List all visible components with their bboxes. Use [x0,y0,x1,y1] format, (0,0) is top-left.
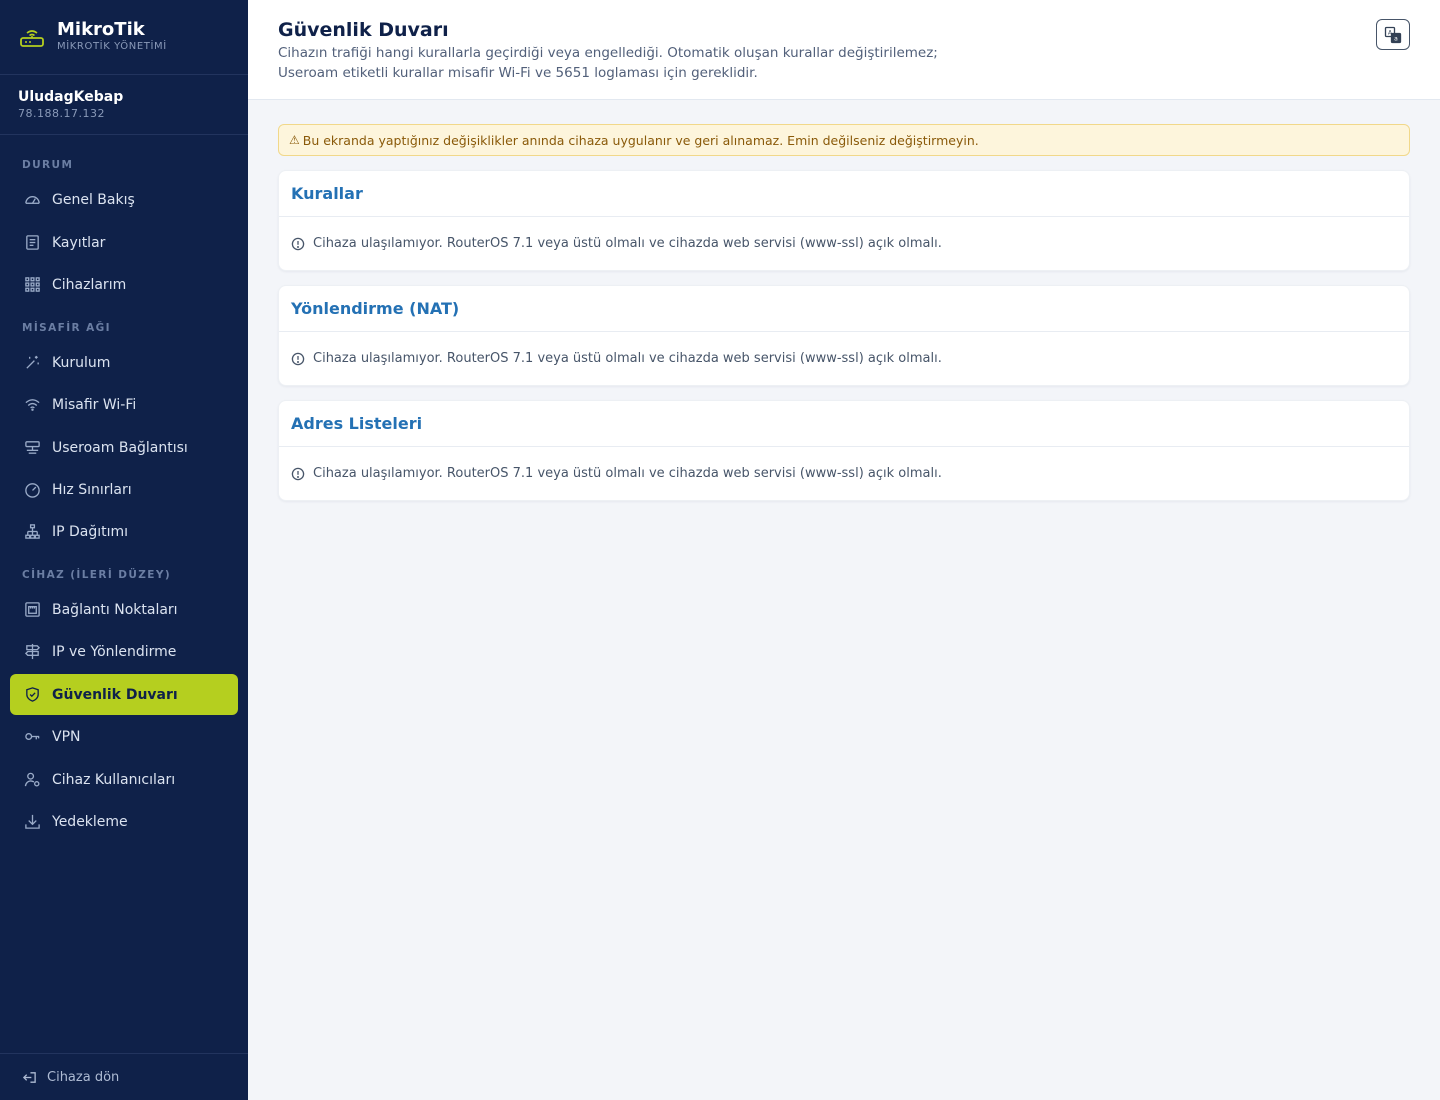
sidebar-item-label: Bağlantı Noktaları [52,601,178,618]
nav-section-durum: DURUM [22,159,74,171]
brand: MikroTik MİKROTİK YÖNETİMİ [0,0,248,75]
card-header: Adres Listeleri [279,401,1409,447]
nav-section-cihaz: CİHAZ (İLERİ DÜZEY) [22,569,172,581]
signpost-icon [23,643,41,661]
sidebar-item-label: IP ve Yönlendirme [52,643,177,660]
card-adres-listeleri: Adres Listeleri Cihaza ulaşılamıyor. Rou… [278,400,1410,501]
info-circle-icon [291,467,305,480]
brand-name: MikroTik [57,19,145,40]
card-title: Yönlendirme (NAT) [291,299,460,318]
page-header: Güvenlik Duvarı Cihazın trafiği hangi ku… [248,0,1440,100]
gauge-icon [23,191,41,209]
sidebar: MikroTik MİKROTİK YÖNETİMİ UludagKebap 7… [0,0,248,1100]
sidebar-item-label: Hız Sınırları [52,481,132,498]
info-circle-icon [291,237,305,250]
card-body: Cihaza ulaşılamıyor. RouterOS 7.1 veya ü… [279,447,1409,500]
grid-icon [23,276,41,294]
log-icon [23,234,41,252]
shield-icon [23,686,41,704]
error-message: Cihaza ulaşılamıyor. RouterOS 7.1 veya ü… [313,236,942,251]
page-title: Güvenlik Duvarı [278,19,449,41]
exit-icon [22,1071,36,1083]
sidebar-item-useroam[interactable]: Useroam Bağlantısı [10,427,238,468]
sidebar-item-label: Yedekleme [52,813,128,830]
sidebar-item-label: Güvenlik Duvarı [52,686,178,703]
download-icon [23,813,41,831]
brand-subtitle: MİKROTİK YÖNETİMİ [57,41,167,52]
key-icon [23,728,41,746]
sidebar-item-label: Kayıtlar [52,234,106,251]
error-message: Cihaza ulaşılamıyor. RouterOS 7.1 veya ü… [313,351,942,366]
router-logo-icon [20,30,44,47]
nav-section-misafir-agi: MİSAFİR AĞI [22,322,111,334]
sidebar-item-label: Cihaz Kullanıcıları [52,771,176,788]
sidebar-item-label: IP Dağıtımı [52,523,129,540]
translate-icon: A a [1384,26,1402,43]
card-body: Cihaza ulaşılamıyor. RouterOS 7.1 veya ü… [279,332,1409,385]
sidebar-item-label: Genel Bakış [52,191,135,208]
page-description-line1: Cihazın trafiği hangi kurallarla geçirdi… [278,45,938,61]
user-gear-icon [23,771,41,789]
sidebar-item-label: Misafir Wi-Fi [52,396,137,413]
warning-text: Bu ekranda yaptığınız değişiklikler anın… [302,132,979,148]
back-to-device-link[interactable]: Cihaza dön [0,1053,248,1100]
sidebar-item-kayitlar[interactable]: Kayıtlar [10,222,238,263]
device-info: UludagKebap 78.188.17.132 [0,75,248,135]
wand-icon [23,354,41,372]
sidebar-item-kurulum[interactable]: Kurulum [10,342,238,383]
card-header: Yönlendirme (NAT) [279,286,1409,332]
sidebar-item-label: Kurulum [52,354,111,371]
speedometer-icon [23,481,41,499]
card-title: Kurallar [291,184,363,203]
network-icon [23,439,41,457]
card-title: Adres Listeleri [291,414,423,433]
warning-icon: ⚠ [289,133,300,147]
page-description-line2: Useroam etiketli kurallar misafir Wi-Fi … [278,65,758,81]
warning-banner: ⚠ Bu ekranda yaptığınız değişiklikler an… [278,124,1410,156]
card-header: Kurallar [279,171,1409,217]
info-circle-icon [291,352,305,365]
translate-button[interactable]: A a [1376,19,1410,50]
sidebar-item-cihazlarim[interactable]: Cihazlarım [10,264,238,305]
sidebar-item-misafir-wifi[interactable]: Misafir Wi-Fi [10,384,238,425]
sidebar-item-ip-dagitimi[interactable]: IP Dağıtımı [10,511,238,552]
ethernet-icon [23,601,41,619]
svg-text:a: a [1394,35,1398,42]
device-ip: 78.188.17.132 [18,107,105,120]
sidebar-item-hiz-sinirlari[interactable]: Hız Sınırları [10,469,238,510]
back-to-device-label: Cihaza dön [47,1069,120,1085]
tree-icon [23,523,41,541]
sidebar-item-cihaz-kullanicilari[interactable]: Cihaz Kullanıcıları [10,759,238,800]
card-nat: Yönlendirme (NAT) Cihaza ulaşılamıyor. R… [278,285,1410,386]
sidebar-item-ip-yonlendirme[interactable]: IP ve Yönlendirme [10,631,238,672]
sidebar-item-label: Cihazlarım [52,276,127,293]
sidebar-item-label: Useroam Bağlantısı [52,439,188,456]
card-kurallar: Kurallar Cihaza ulaşılamıyor. RouterOS 7… [278,170,1410,271]
sidebar-item-label: VPN [52,728,81,745]
error-message: Cihaza ulaşılamıyor. RouterOS 7.1 veya ü… [313,466,942,481]
main-content: ⚠ Bu ekranda yaptığınız değişiklikler an… [278,124,1410,501]
sidebar-item-genel-bakis[interactable]: Genel Bakış [10,179,238,220]
card-body: Cihaza ulaşılamıyor. RouterOS 7.1 veya ü… [279,217,1409,270]
sidebar-item-baglanti-noktalari[interactable]: Bağlantı Noktaları [10,589,238,630]
sidebar-item-yedekleme[interactable]: Yedekleme [10,801,238,842]
sidebar-item-vpn[interactable]: VPN [10,716,238,757]
page-description: Cihazın trafiği hangi kurallarla geçirdi… [278,43,978,83]
sidebar-item-guvenlik-duvari[interactable]: Güvenlik Duvarı [10,674,238,715]
device-name: UludagKebap [18,89,124,105]
wifi-icon [23,396,41,414]
